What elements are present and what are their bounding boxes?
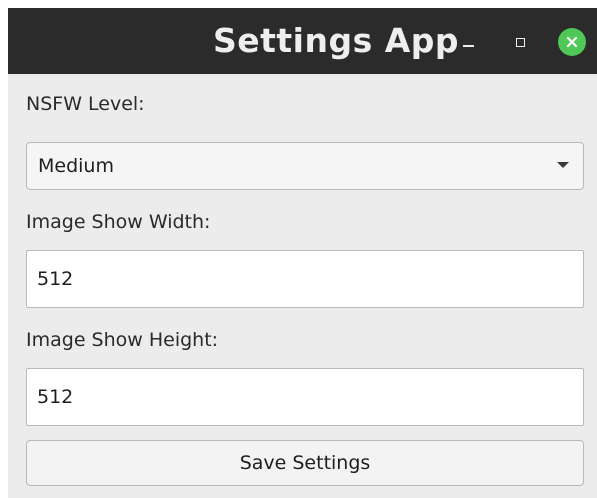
close-icon bbox=[566, 36, 578, 48]
minimize-button[interactable] bbox=[456, 30, 480, 54]
title-bar[interactable]: Settings App bbox=[8, 8, 597, 74]
chevron-down-icon bbox=[557, 162, 569, 168]
image-show-height-input[interactable] bbox=[26, 368, 584, 426]
close-button[interactable] bbox=[558, 28, 586, 56]
image-show-width-label: Image Show Width: bbox=[26, 211, 211, 233]
image-show-width-input[interactable] bbox=[26, 250, 584, 308]
image-show-height-label: Image Show Height: bbox=[26, 329, 219, 351]
nsfw-level-selected-value: Medium bbox=[38, 155, 114, 177]
minimize-icon bbox=[462, 45, 474, 47]
settings-window: Settings App NSFW Level: Medium Image Sh… bbox=[8, 8, 597, 498]
maximize-icon bbox=[515, 37, 525, 47]
nsfw-level-select[interactable]: Medium bbox=[26, 142, 584, 190]
nsfw-level-label: NSFW Level: bbox=[26, 93, 145, 115]
save-settings-button[interactable]: Save Settings bbox=[26, 440, 584, 486]
maximize-button[interactable] bbox=[508, 30, 532, 54]
window-title: Settings App bbox=[212, 21, 459, 60]
